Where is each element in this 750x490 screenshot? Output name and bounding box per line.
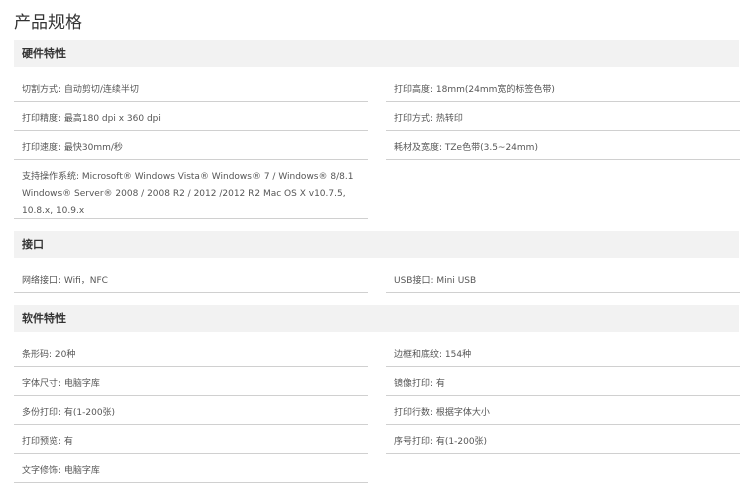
section-header-hardware: 硬件特性 [14,40,739,67]
spec-usb-interface: USB接口: Mini USB [386,264,740,293]
spec-cutting-method: 切割方式: 自动剪切/连续半切 [14,73,368,102]
spec-network-interface: 网络接口: Wifi，NFC [14,264,368,293]
spec-serial-print: 序号打印: 有(1-200张) [386,425,740,454]
spec-text-decoration: 文字修饰: 电脑字库 [14,454,368,483]
spec-supplies-width: 耗材及宽度: TZe色带(3.5~24mm) [386,131,740,160]
spec-print-lines: 打印行数: 根据字体大小 [386,396,740,425]
section-header-interface: 接口 [14,231,739,258]
page-title: 产品规格 [14,13,82,33]
spec-frames-shading: 边框和底纹: 154种 [386,338,740,367]
section-header-software: 软件特性 [14,305,739,332]
spec-multi-copy: 多份打印: 有(1-200张) [14,396,368,425]
spec-print-height: 打印高度: 18mm(24mm宽的标签色带) [386,73,740,102]
spec-print-preview: 打印预览: 有 [14,425,368,454]
spec-print-speed: 打印速度: 最快30mm/秒 [14,131,368,160]
spec-barcodes: 条形码: 20种 [14,338,368,367]
spec-print-resolution: 打印精度: 最高180 dpi x 360 dpi [14,102,368,131]
spec-mirror-print: 镜像打印: 有 [386,367,740,396]
spec-supported-os: 支持操作系统: Microsoft® Windows Vista® Window… [14,160,368,219]
spec-print-method: 打印方式: 热转印 [386,102,740,131]
spec-font-size: 字体尺寸: 电脑字库 [14,367,368,396]
